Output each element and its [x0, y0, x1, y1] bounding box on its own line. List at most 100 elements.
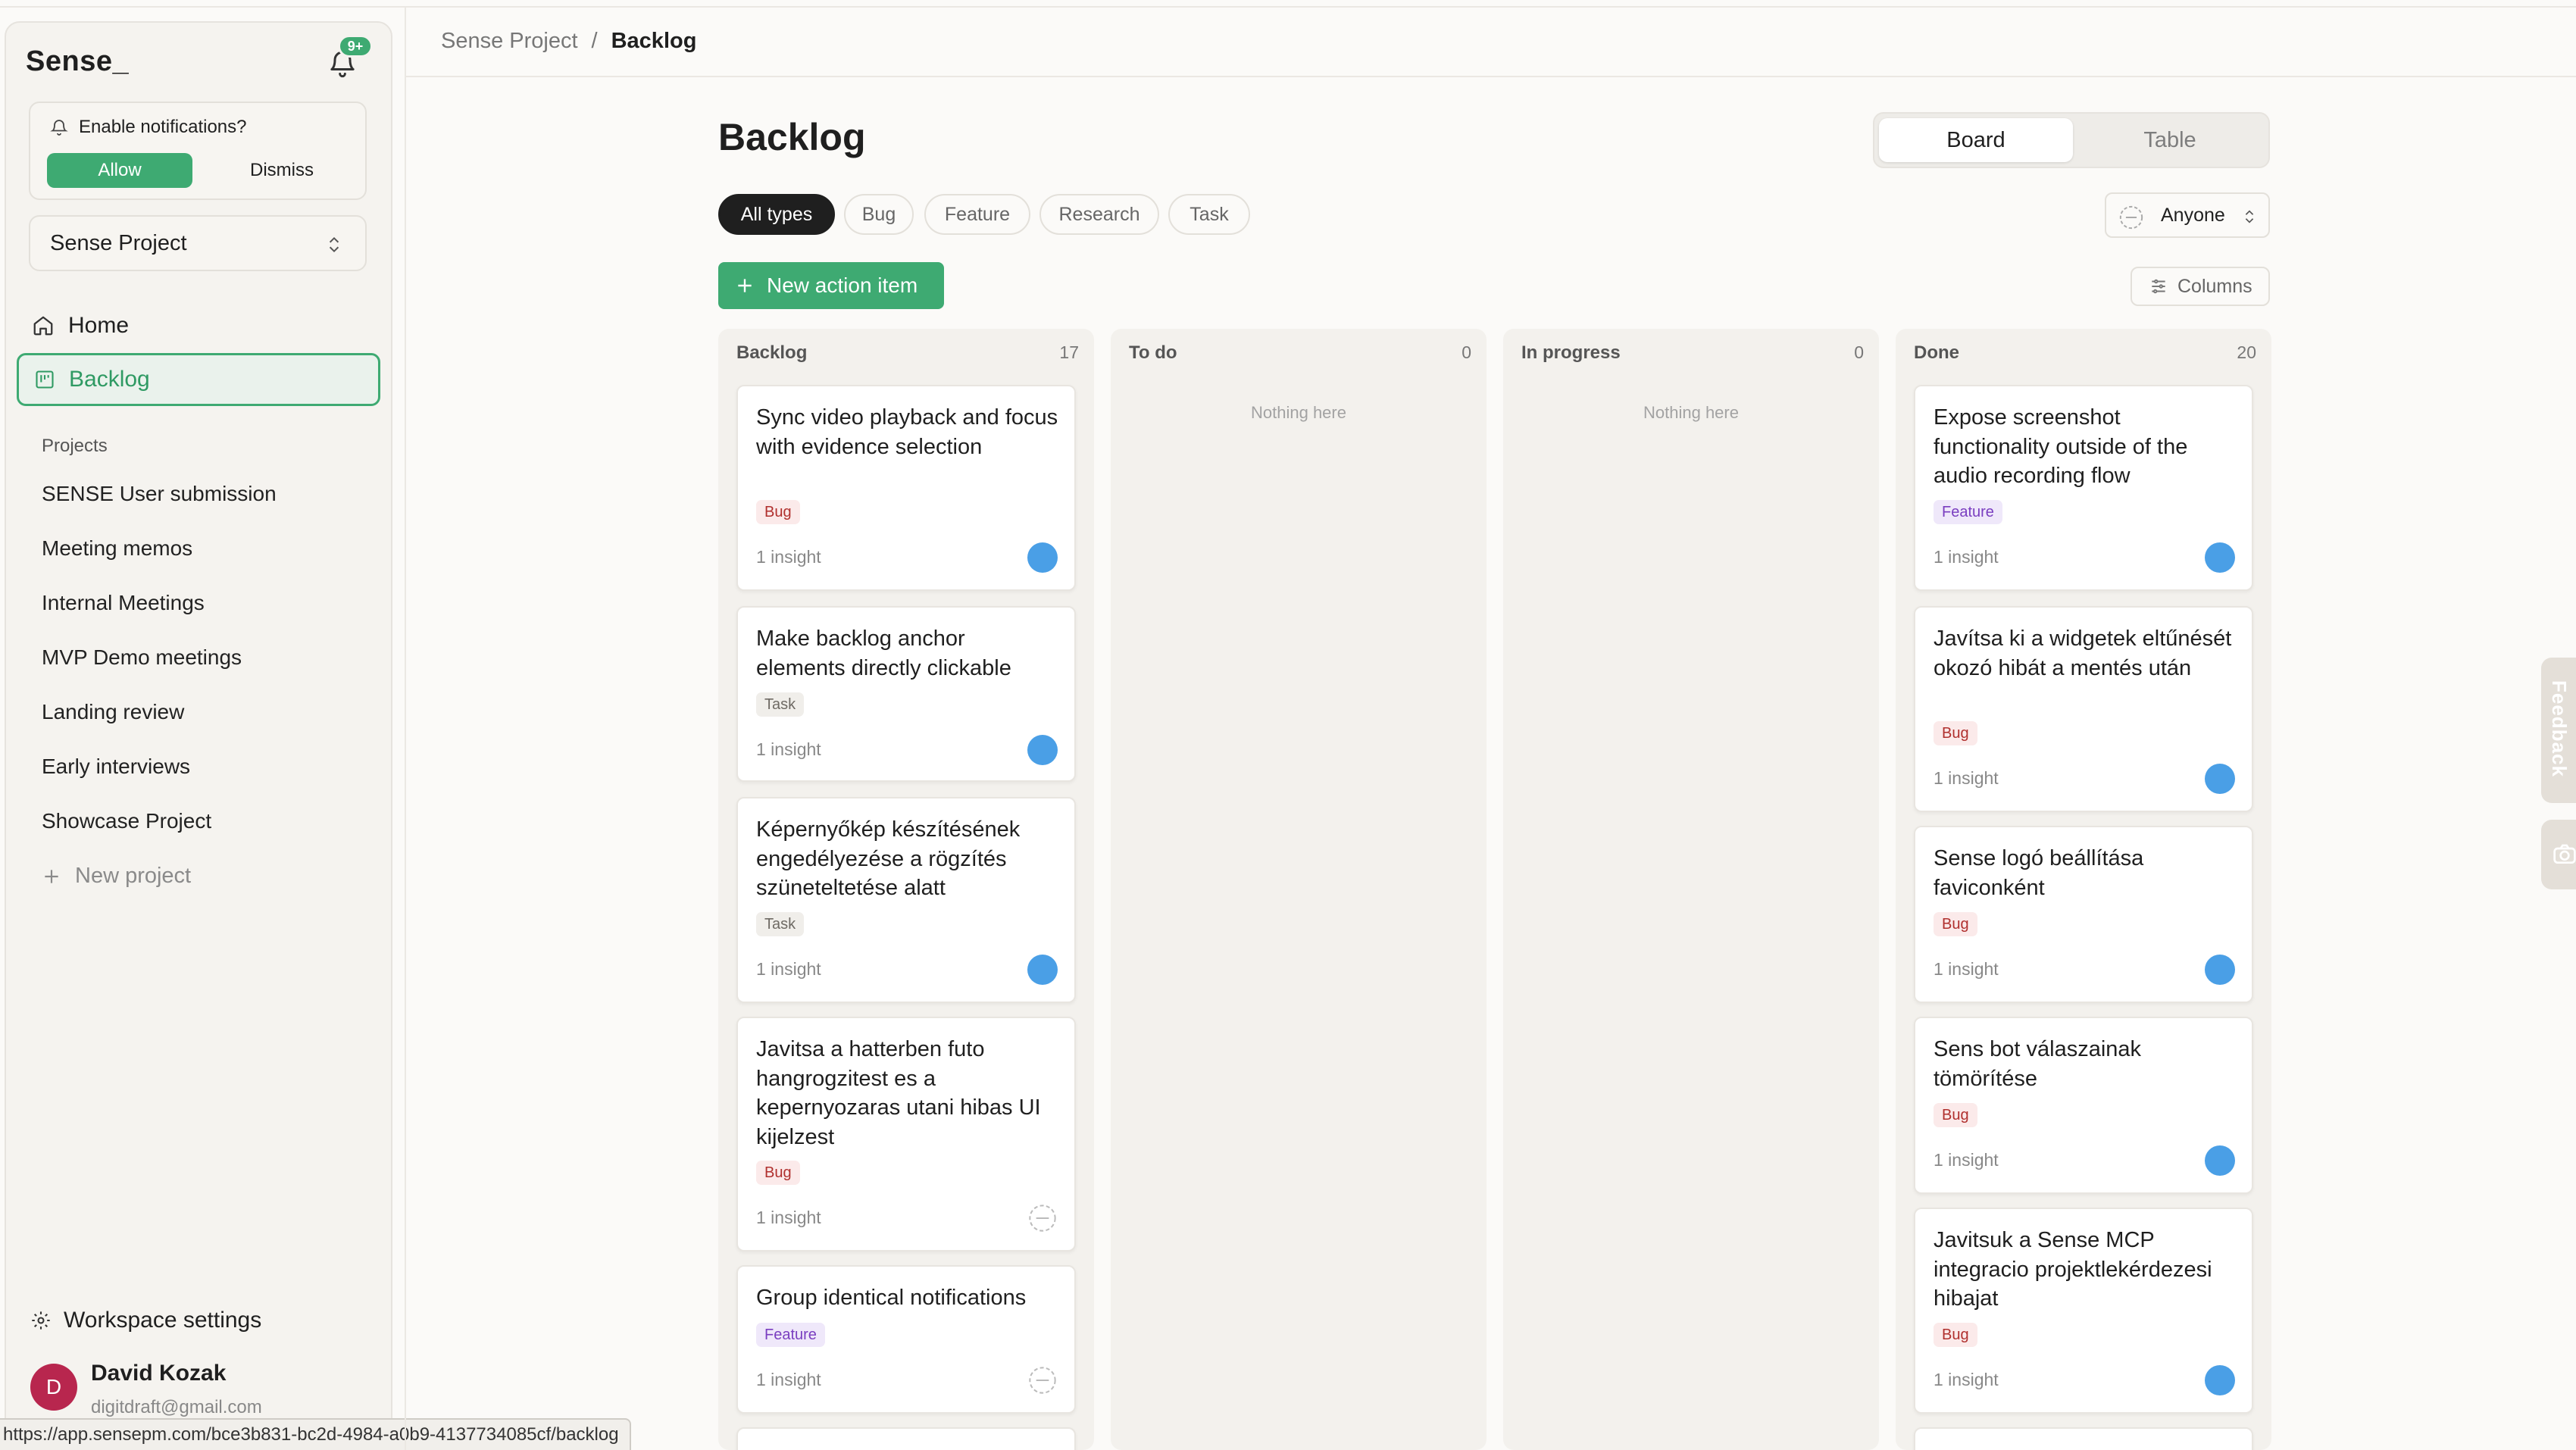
- type-tag: Bug: [1934, 721, 1977, 745]
- project-item[interactable]: Internal Meetings: [42, 591, 205, 615]
- action-item-card[interactable]: Javitsuk a Sense MCP integracio projektl…: [1914, 1208, 2253, 1414]
- nav-backlog-label: Backlog: [69, 367, 150, 392]
- project-item[interactable]: MVP Demo meetings: [42, 645, 242, 670]
- action-item-card[interactable]: Sense logó beállítása faviconként Bug 1 …: [1914, 826, 2253, 1003]
- assignee-avatar[interactable]: [1027, 955, 1058, 985]
- view-table-tab[interactable]: Table: [2073, 118, 2267, 162]
- workspace-settings-label: Workspace settings: [64, 1308, 262, 1333]
- enable-notifications-text: Enable notifications?: [79, 117, 247, 137]
- brand-logo[interactable]: Sense_: [26, 45, 129, 78]
- filter-research[interactable]: Research: [1039, 194, 1159, 235]
- column-title: In progress: [1521, 342, 1621, 363]
- column-count: 17: [1059, 342, 1079, 362]
- assignee-avatar[interactable]: [1027, 735, 1058, 765]
- new-project-button[interactable]: New project: [42, 864, 191, 889]
- type-tag: Task: [756, 912, 805, 936]
- columns-button[interactable]: Columns: [2131, 267, 2270, 306]
- action-item-card[interactable]: Javitsa a hatterben futo hangrogzitest e…: [736, 1017, 1076, 1252]
- assignee-avatar[interactable]: [2205, 955, 2235, 985]
- filter-task[interactable]: Task: [1168, 194, 1250, 235]
- avatar[interactable]: D: [30, 1364, 77, 1411]
- dismiss-notifications-button[interactable]: Dismiss: [209, 153, 355, 188]
- backlog-icon: [36, 370, 54, 389]
- project-item[interactable]: Meeting memos: [42, 536, 192, 561]
- insight-count: 1 insight: [1934, 959, 1999, 979]
- assignee-avatar[interactable]: [2205, 1145, 2235, 1176]
- home-icon: [33, 316, 53, 336]
- nav-backlog[interactable]: Backlog: [17, 353, 380, 406]
- assignee-filter[interactable]: Anyone: [2105, 192, 2270, 238]
- new-project-label: New project: [75, 864, 192, 888]
- card-title: Make backlog anchor elements directly cl…: [756, 627, 1011, 680]
- action-item-card[interactable]: Javítsa ki a widgetek eltűnését okozó hi…: [1914, 606, 2253, 812]
- action-item-card-partial[interactable]: [1914, 1427, 2253, 1450]
- camera-icon: [2553, 844, 2576, 864]
- insight-count: 1 insight: [756, 739, 821, 759]
- board-column-done: Done 20 Expose screenshot functionality …: [1896, 329, 2271, 1450]
- feedback-tab[interactable]: Feedback: [2541, 658, 2576, 803]
- breadcrumb: Sense Project / Backlog: [441, 29, 696, 54]
- header-divider: [406, 76, 2576, 77]
- assignee-avatar[interactable]: [2205, 764, 2235, 794]
- board-column-in-progress: In progress 0 Nothing here: [1503, 329, 1879, 1450]
- action-item-card-partial[interactable]: [736, 1427, 1076, 1450]
- action-item-card[interactable]: Group identical notifications Feature 1 …: [736, 1265, 1076, 1414]
- action-item-card[interactable]: Képernyőkép készítésének engedélyezése a…: [736, 797, 1076, 1003]
- assignee-avatar[interactable]: [2205, 1365, 2235, 1395]
- new-action-item-button[interactable]: New action item: [718, 262, 944, 309]
- projects-section-label: Projects: [42, 436, 108, 456]
- type-tag: Bug: [756, 500, 800, 524]
- project-item[interactable]: SENSE User submission: [42, 482, 277, 506]
- action-item-card[interactable]: Sync video playback and focus with evide…: [736, 385, 1076, 591]
- user-name: David Kozak: [91, 1361, 227, 1386]
- notification-count-badge: 9+: [338, 35, 373, 58]
- insight-count: 1 insight: [756, 1370, 821, 1389]
- page-title: Backlog: [718, 116, 866, 158]
- project-selector[interactable]: Sense Project: [29, 215, 367, 271]
- filter-bug[interactable]: Bug: [844, 194, 914, 235]
- assignee-avatar[interactable]: [2205, 542, 2235, 573]
- breadcrumb-project[interactable]: Sense Project: [441, 29, 578, 54]
- gear-icon: [32, 1311, 50, 1330]
- plus-icon: [738, 279, 752, 292]
- chevron-updown-icon: [2245, 210, 2254, 223]
- assignee-avatar[interactable]: [1027, 542, 1058, 573]
- insight-count: 1 insight: [756, 547, 821, 567]
- unassigned-icon[interactable]: [1027, 1365, 1058, 1395]
- type-tag: Task: [756, 692, 805, 717]
- type-tag: Bug: [1934, 1103, 1977, 1127]
- column-title: To do: [1129, 342, 1177, 363]
- card-title: Sync video playback and focus with evide…: [756, 405, 1058, 459]
- filter-all-types[interactable]: All types: [718, 194, 835, 235]
- action-item-card[interactable]: Sens bot válaszainak tömörítése Bug 1 in…: [1914, 1017, 2253, 1194]
- type-tag: Bug: [756, 1161, 800, 1185]
- columns-icon: [2152, 279, 2165, 294]
- screenshot-tab[interactable]: [2541, 820, 2576, 889]
- card-title: Javítsa ki a widgetek eltűnését okozó hi…: [1934, 627, 2232, 680]
- project-item[interactable]: Showcase Project: [42, 809, 211, 833]
- insight-count: 1 insight: [756, 959, 821, 979]
- unassigned-icon[interactable]: [1027, 1203, 1058, 1233]
- breadcrumb-separator: /: [591, 29, 598, 53]
- column-title: Done: [1914, 342, 1959, 363]
- view-board-tab[interactable]: Board: [1879, 118, 2073, 162]
- insight-count: 1 insight: [1934, 547, 1999, 567]
- workspace-settings-button[interactable]: Workspace settings: [30, 1308, 261, 1333]
- nav-home[interactable]: Home: [17, 299, 380, 352]
- filter-feature[interactable]: Feature: [924, 194, 1030, 235]
- project-item[interactable]: Early interviews: [42, 755, 190, 779]
- insight-count: 1 insight: [1934, 1370, 1999, 1389]
- board-column-todo: To do 0 Nothing here: [1111, 329, 1487, 1450]
- breadcrumb-current: Backlog: [611, 29, 697, 53]
- feedback-tab-label: Feedback: [2548, 680, 2571, 777]
- allow-notifications-button[interactable]: Allow: [47, 153, 192, 188]
- assignee-filter-value: Anyone: [2161, 204, 2225, 226]
- board-column-backlog: Backlog 17 Sync video playback and focus…: [718, 329, 1094, 1450]
- action-item-card[interactable]: Expose screenshot functionality outside …: [1914, 385, 2253, 591]
- type-tag: Bug: [1934, 912, 1977, 936]
- bell-small-icon: [50, 120, 68, 136]
- project-item[interactable]: Landing review: [42, 700, 184, 724]
- column-count: 0: [1462, 342, 1471, 362]
- column-count: 20: [2237, 342, 2256, 362]
- action-item-card[interactable]: Make backlog anchor elements directly cl…: [736, 606, 1076, 782]
